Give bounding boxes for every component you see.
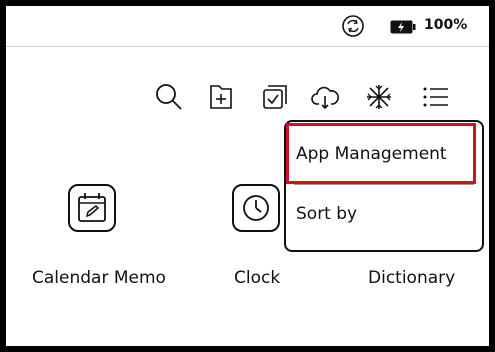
menu-item-sort-by[interactable]: Sort by	[286, 188, 482, 240]
battery-charging-icon	[390, 20, 416, 34]
clock-icon	[243, 195, 269, 221]
cloud-sync-icon[interactable]	[310, 82, 340, 112]
menu-item-app-management[interactable]: App Management	[286, 128, 482, 180]
list-menu-icon[interactable]	[420, 82, 450, 112]
app-screen: 100% Calendar Memo Clock Dictionary App …	[6, 6, 489, 346]
battery-percent: 100%	[424, 17, 468, 33]
menu-item-label: App Management	[296, 144, 447, 164]
app-label-calendar-memo[interactable]: Calendar Memo	[32, 268, 166, 288]
app-label-clock[interactable]: Clock	[234, 268, 280, 288]
sync-icon	[342, 15, 364, 37]
multi-select-icon[interactable]	[260, 82, 290, 112]
add-folder-icon[interactable]	[206, 82, 236, 112]
calendar-edit-icon	[78, 193, 106, 222]
status-bar: 100%	[6, 6, 489, 47]
options-menu: App Management Sort by	[284, 120, 484, 252]
menu-divider	[294, 184, 474, 185]
app-calendar-memo[interactable]	[68, 184, 116, 232]
search-icon[interactable]	[154, 82, 184, 112]
app-clock[interactable]	[232, 184, 280, 232]
menu-item-label: Sort by	[296, 204, 358, 224]
snowflake-icon[interactable]	[364, 82, 394, 112]
app-label-dictionary[interactable]: Dictionary	[368, 268, 455, 288]
